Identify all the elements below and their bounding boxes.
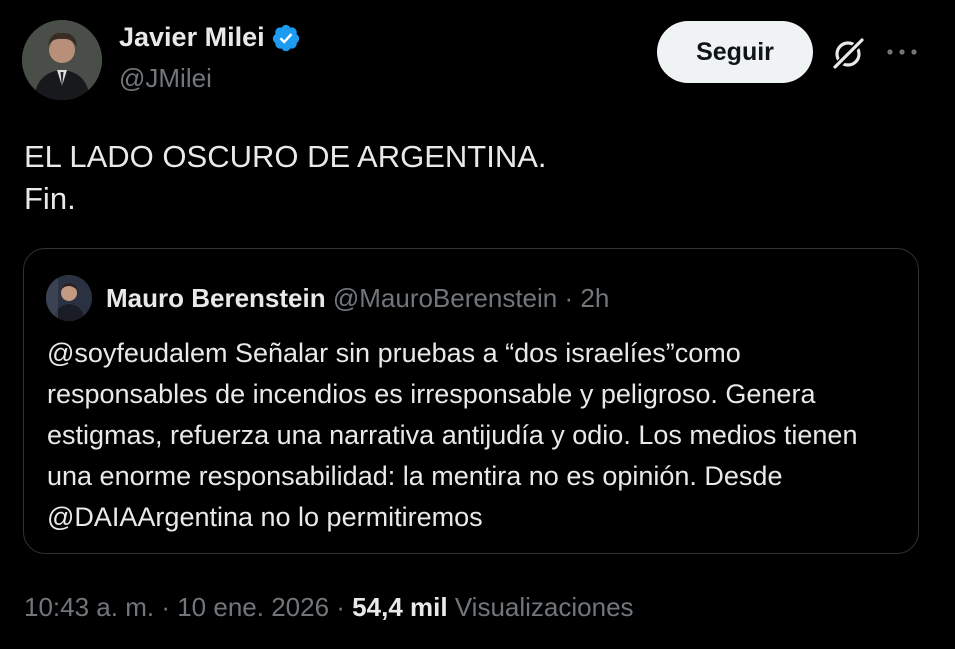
- quoted-tweet-card[interactable]: Mauro Berenstein @MauroBerenstein · 2h @…: [23, 248, 919, 554]
- quote-author-handle[interactable]: @MauroBerenstein: [333, 283, 557, 313]
- quote-timestamp[interactable]: 2h: [580, 283, 609, 313]
- quote-separator: ·: [564, 283, 574, 313]
- author-avatar[interactable]: [22, 20, 102, 100]
- meta-separator: ·: [161, 592, 170, 622]
- avatar-image: [22, 20, 102, 100]
- quote-text: @soyfeudalem Señalar sin pruebas a “dos …: [47, 338, 858, 532]
- quote-author-avatar[interactable]: [46, 275, 92, 321]
- quote-header: Mauro Berenstein @MauroBerenstein · 2h: [106, 283, 609, 314]
- meta-separator: ·: [336, 592, 345, 622]
- tweet-text-line1: EL LADO OSCURO DE ARGENTINA.: [24, 139, 547, 174]
- more-options-icon[interactable]: [884, 40, 920, 64]
- quote-avatar-image: [46, 275, 92, 321]
- tweet-date[interactable]: 10 ene. 2026: [177, 592, 329, 622]
- follow-button[interactable]: Seguir: [657, 21, 813, 83]
- tweet-meta: 10:43 a. m. · 10 ene. 2026 · 54,4 mil Vi…: [24, 592, 634, 623]
- quote-author-name[interactable]: Mauro Berenstein: [106, 283, 326, 313]
- author-name-row[interactable]: Javier Milei: [119, 22, 301, 53]
- tweet-text: EL LADO OSCURO DE ARGENTINA. Fin.: [24, 136, 547, 220]
- tweet-text-line2: Fin.: [24, 181, 76, 216]
- grok-icon[interactable]: [828, 33, 868, 73]
- tweet-time[interactable]: 10:43 a. m.: [24, 592, 154, 622]
- verified-badge-icon[interactable]: [271, 23, 301, 53]
- author-handle[interactable]: @JMilei: [119, 63, 212, 94]
- views-label: Visualizaciones: [454, 592, 634, 622]
- views-count: 54,4 mil: [352, 592, 448, 622]
- author-display-name[interactable]: Javier Milei: [119, 22, 265, 53]
